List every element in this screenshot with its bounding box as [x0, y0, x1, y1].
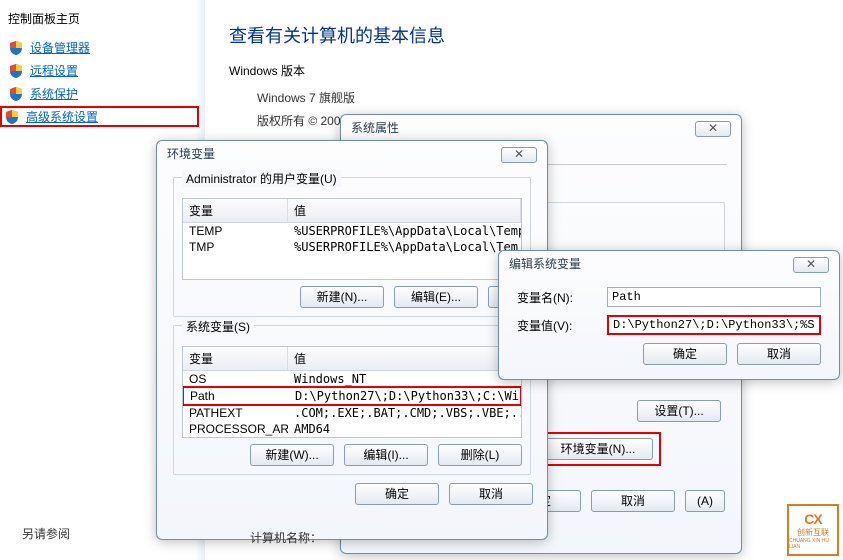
ok-button[interactable]: 确定 — [643, 343, 727, 365]
ok-button[interactable]: 确定 — [355, 483, 439, 505]
user-vars-label: Administrator 的用户变量(U) — [182, 170, 341, 187]
close-button[interactable]: ✕ — [695, 121, 731, 137]
shield-icon — [8, 63, 24, 79]
logo-initials: CX — [804, 511, 821, 527]
sidebar-item-label[interactable]: 设备管理器 — [30, 39, 90, 56]
env-var-button-highlight: 环境变量(N)... — [535, 432, 661, 466]
var-value-label: 变量值(V): — [517, 317, 597, 334]
list-row[interactable]: TMP %USERPROFILE%\AppData\Local\Tem — [183, 239, 521, 255]
sidebar-item-device-manager[interactable]: 设备管理器 — [0, 37, 199, 60]
brand-logo: CX 创新互联 CHUANG XIN HU LIAN — [787, 504, 839, 556]
sidebar-item-advanced-system-settings[interactable]: 高级系统设置 — [0, 106, 199, 127]
dialog-title: 编辑系统变量 — [499, 251, 839, 273]
system-variables-list[interactable]: 变量 值 OS Windows_NT Path D:\Python27\;D:\… — [182, 346, 522, 438]
environment-variables-dialog: 环境变量 ✕ Administrator 的用户变量(U) 变量 值 TEMP … — [156, 140, 548, 540]
close-button[interactable]: ✕ — [793, 257, 829, 273]
user-variables-list[interactable]: 变量 值 TEMP %USERPROFILE%\AppData\Local\Te… — [182, 198, 522, 280]
var-value-input[interactable] — [607, 315, 821, 335]
cancel-button[interactable]: 取消 — [737, 343, 821, 365]
shield-icon — [8, 40, 24, 56]
cancel-button[interactable]: 取消 — [449, 483, 533, 505]
new-sys-var-button[interactable]: 新建(W)... — [250, 444, 334, 466]
environment-variables-button[interactable]: 环境变量(N)... — [543, 438, 653, 460]
edit-sys-var-button[interactable]: 编辑(I)... — [344, 444, 428, 466]
see-also-label: 另请参阅 — [22, 525, 70, 542]
sidebar-item-remote-settings[interactable]: 远程设置 — [0, 60, 199, 83]
apply-button[interactable]: (A) — [685, 490, 725, 512]
list-row[interactable]: PROCESSOR_AR... AMD64 — [183, 421, 521, 437]
logo-pinyin: CHUANG XIN HU LIAN — [789, 538, 837, 550]
new-user-var-button[interactable]: 新建(N)... — [300, 286, 384, 308]
sidebar-item-system-protection[interactable]: 系统保护 — [0, 83, 199, 106]
edit-system-variable-dialog: 编辑系统变量 ✕ 变量名(N): 变量值(V): 确定 取消 — [498, 250, 840, 380]
windows-version-heading: Windows 版本 — [229, 62, 819, 79]
computer-name-label: 计算机名称： — [250, 529, 322, 546]
logo-chinese: 创新互联 — [797, 527, 829, 538]
edit-user-var-button[interactable]: 编辑(E)... — [394, 286, 478, 308]
col-header-val[interactable]: 值 — [288, 347, 521, 370]
col-header-var[interactable]: 变量 — [183, 347, 288, 370]
windows-edition: Windows 7 旗舰版 — [257, 89, 819, 106]
sidebar-item-label[interactable]: 高级系统设置 — [26, 108, 98, 125]
list-row[interactable]: TEMP %USERPROFILE%\AppData\Local\Temp — [183, 223, 521, 239]
col-header-val[interactable]: 值 — [288, 199, 521, 222]
settings-button[interactable]: 设置(T)... — [637, 400, 721, 422]
col-header-var[interactable]: 变量 — [183, 199, 288, 222]
dialog-title: 环境变量 — [157, 141, 547, 163]
sidebar-item-label[interactable]: 系统保护 — [30, 85, 78, 102]
shield-icon — [8, 86, 24, 102]
system-vars-label: 系统变量(S) — [182, 318, 254, 335]
var-name-label: 变量名(N): — [517, 289, 597, 306]
list-row[interactable]: OS Windows_NT — [183, 371, 521, 387]
delete-sys-var-button[interactable]: 删除(L) — [438, 444, 522, 466]
list-row[interactable]: PATHEXT .COM;.EXE;.BAT;.CMD;.VBS;.VBE;..… — [183, 405, 521, 421]
list-row-path[interactable]: Path D:\Python27\;D:\Python33\;C:\Wi... — [182, 386, 522, 406]
var-name-input[interactable] — [607, 287, 821, 307]
shield-icon — [4, 109, 20, 125]
sidebar-item-label[interactable]: 远程设置 — [30, 62, 78, 79]
sidebar-home-link[interactable]: 控制面板主页 — [0, 6, 199, 37]
close-button[interactable]: ✕ — [501, 147, 537, 163]
page-title: 查看有关计算机的基本信息 — [229, 22, 819, 48]
dialog-title: 系统属性 — [341, 115, 741, 137]
cancel-button[interactable]: 取消 — [591, 490, 675, 512]
